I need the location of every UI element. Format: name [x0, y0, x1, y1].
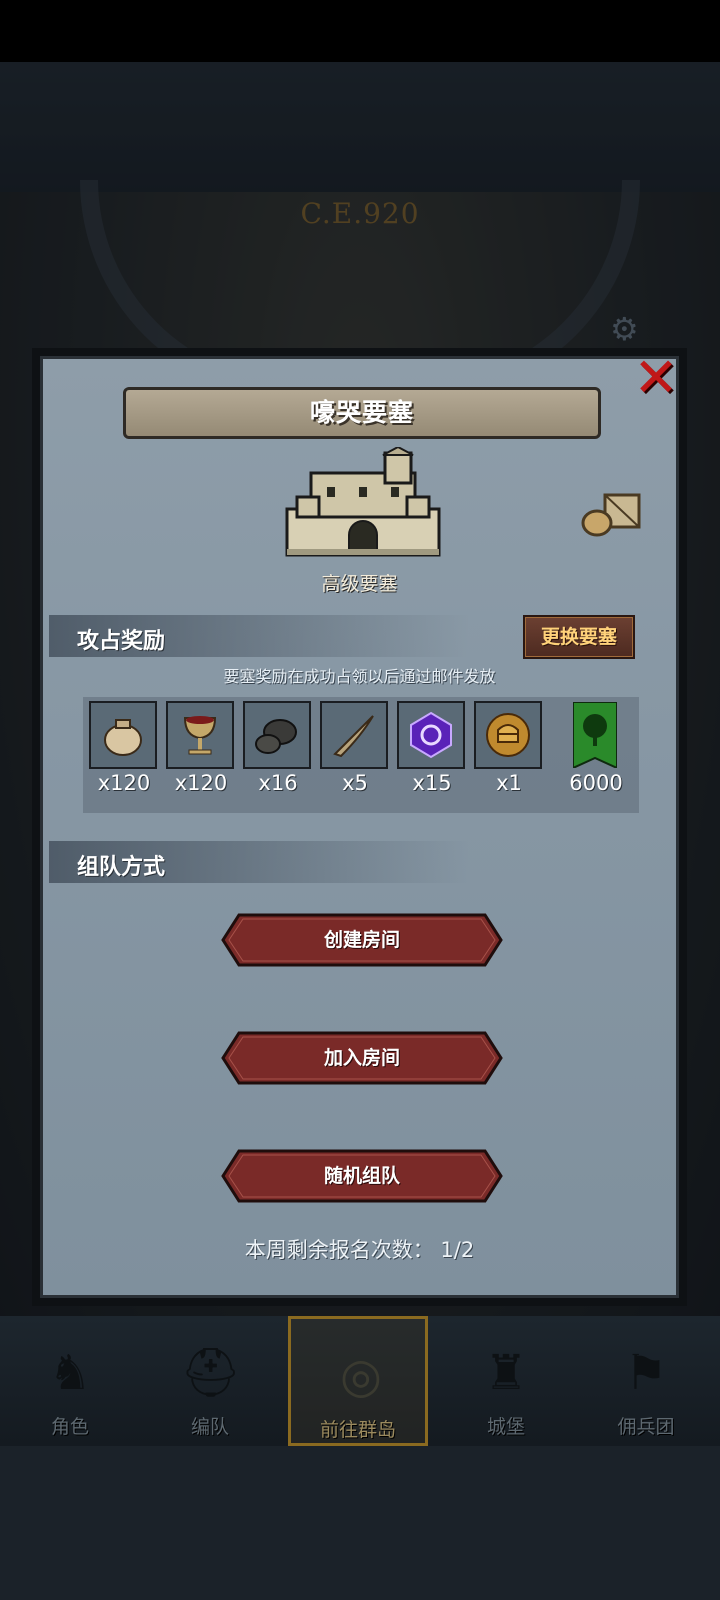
join-room-button[interactable]: 加入房间: [221, 1031, 503, 1085]
nav-item-formation[interactable]: ⛑ 编队: [140, 1316, 280, 1446]
random-team-button[interactable]: 随机组队: [221, 1149, 503, 1203]
bottom-nav: ♞ 角色 ⛑ 编队 ◎ 前往群岛 ♜ 城堡 ⚑ 佣兵团: [0, 1316, 720, 1446]
reward-item[interactable]: x16: [243, 701, 313, 795]
fortress-dialog: 嚎哭要塞 高级要塞 攻占奖励 更换要塞 要塞奖励在成功占领以后通过邮件发放 x1…: [32, 348, 687, 1306]
create-room-button[interactable]: 创建房间: [221, 913, 503, 967]
nav-item-islands[interactable]: ◎ 前往群岛: [288, 1316, 428, 1446]
reward-item[interactable]: x120: [89, 701, 159, 795]
bottom-fill: [0, 1446, 720, 1600]
reward-qty: x15: [412, 771, 452, 795]
remaining-signups: 本周剩余报名次数： 1/2: [244, 1238, 475, 1262]
knight-helmet-coin-icon: [474, 701, 542, 769]
change-fortress-button[interactable]: 更换要塞: [523, 615, 635, 659]
reward-qty: x5: [342, 771, 368, 795]
nav-item-castle[interactable]: ♜ 城堡: [436, 1316, 576, 1446]
nav-label: 编队: [190, 1416, 229, 1438]
reward-item[interactable]: 6000: [561, 701, 631, 795]
close-icon[interactable]: ✕: [628, 350, 684, 406]
nav-label: 佣兵团: [617, 1416, 675, 1438]
status-bar: [0, 0, 720, 62]
reward-note: 要塞奖励在成功占领以后通过邮件发放: [223, 667, 496, 686]
fortress-icon: [285, 447, 441, 557]
fortress-grade: 高级要塞: [321, 573, 398, 595]
reward-item[interactable]: x15: [397, 701, 467, 795]
reward-item[interactable]: x5: [320, 701, 390, 795]
dialog-panel: 嚎哭要塞 高级要塞 攻占奖励 更换要塞 要塞奖励在成功占领以后通过邮件发放 x1…: [40, 356, 679, 1298]
nav-label: 前往群岛: [319, 1419, 396, 1441]
nav-item-character[interactable]: ♞ 角色: [0, 1316, 140, 1446]
nav-item-mercenary[interactable]: ⚑ 佣兵团: [576, 1316, 716, 1446]
horn-icon: [320, 701, 388, 769]
nav-label: 城堡: [486, 1416, 525, 1438]
reward-qty: x1: [496, 771, 522, 795]
title-banner: 嚎哭要塞: [123, 387, 601, 439]
goblet-icon: [166, 701, 234, 769]
random-team-label: 随机组队: [323, 1165, 400, 1187]
join-room-label: 加入房间: [323, 1047, 400, 1069]
dialog-title: 嚎哭要塞: [309, 398, 414, 427]
banner-icon: ⚑: [624, 1345, 668, 1401]
rewards-list: x120 x120 x16 x5 x15 x1 6000: [83, 697, 639, 813]
castle-icon: ♜: [484, 1345, 528, 1401]
create-room-label: 创建房间: [323, 929, 400, 951]
tree-banner-icon: [561, 701, 629, 769]
helmet-icon: ⛑: [180, 1345, 241, 1401]
compass-icon: ◎: [340, 1348, 382, 1404]
knight-icon: ♞: [48, 1345, 92, 1401]
reward-qty: x16: [258, 771, 298, 795]
ore-icon: [243, 701, 311, 769]
pouch-icon: [89, 701, 157, 769]
nav-label: 角色: [50, 1416, 89, 1438]
team-section-label: 组队方式: [77, 855, 166, 880]
reward-qty: 6000: [569, 771, 623, 795]
reward-item[interactable]: x1: [474, 701, 544, 795]
loot-bag-crate-icon[interactable]: [581, 489, 643, 537]
rewards-section-label: 攻占奖励: [77, 629, 166, 654]
reward-item[interactable]: x120: [166, 701, 236, 795]
reward-qty: x120: [174, 771, 228, 795]
reward-qty: x120: [97, 771, 151, 795]
purple-rune-icon: [397, 701, 465, 769]
